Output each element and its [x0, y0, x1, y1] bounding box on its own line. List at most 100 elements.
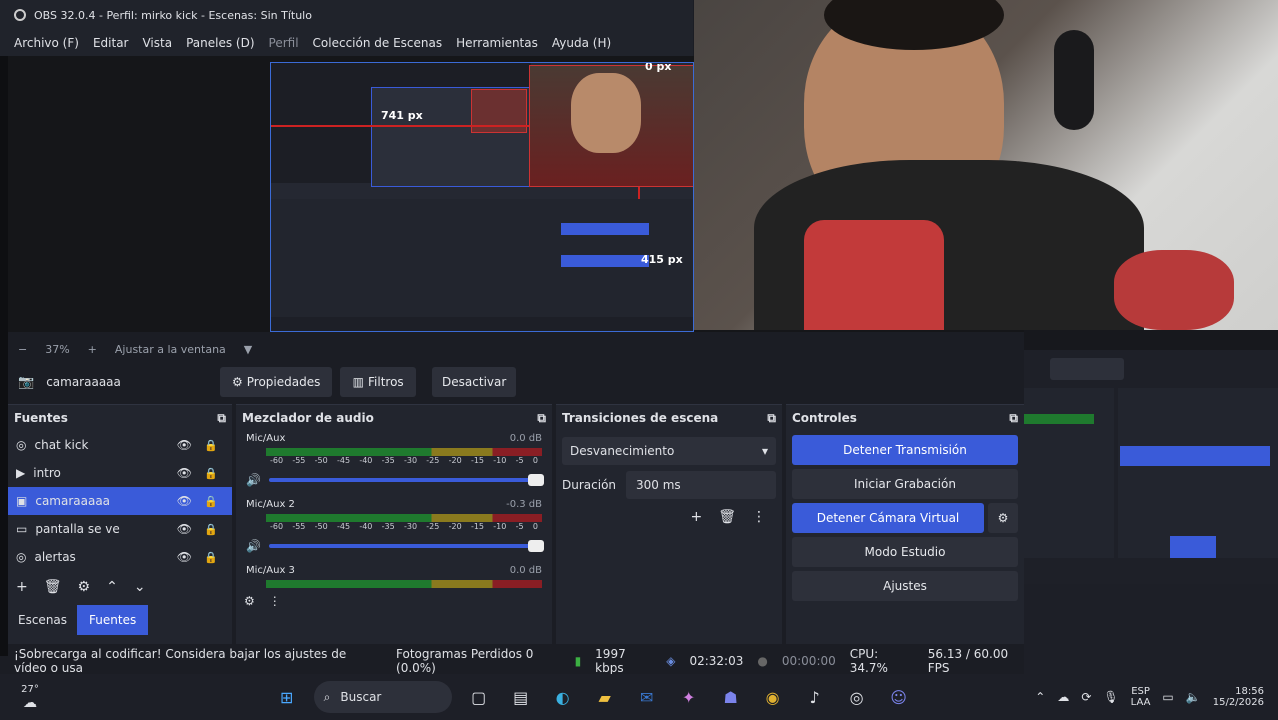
- menu-coleccion-escenas[interactable]: Colección de Escenas: [313, 36, 443, 50]
- sources-dock: Fuentes ⧉ ◎ chat kick 👁 🔒 ▶ intro 👁 🔒 ▣ camaraaa…: [8, 404, 232, 644]
- source-item-selected[interactable]: ▣ camaraaaaa 👁 🔒: [8, 487, 232, 515]
- windows-start-icon[interactable]: ⊞: [272, 682, 302, 712]
- filters-button[interactable]: ▥ Filtros: [340, 367, 417, 397]
- properties-button[interactable]: ⚙ Propiedades: [220, 367, 333, 397]
- trash-icon[interactable]: 🗑: [44, 579, 62, 595]
- lock-icon[interactable]: 🔒: [204, 467, 218, 480]
- vcam-settings-gear-icon[interactable]: ⚙: [988, 503, 1018, 533]
- sources-title: Fuentes: [14, 411, 68, 425]
- display-icon[interactable]: ▭: [1162, 690, 1173, 704]
- zoom-out-button[interactable]: −: [18, 343, 27, 356]
- zoom-in-button[interactable]: +: [88, 343, 97, 356]
- menu-editar[interactable]: Editar: [93, 36, 129, 50]
- speaker-icon[interactable]: 🔊: [246, 539, 261, 553]
- menu-vista[interactable]: Vista: [142, 36, 172, 50]
- audio-meter: [266, 448, 542, 456]
- copilot-icon[interactable]: ✦: [674, 682, 704, 712]
- chrome-icon[interactable]: ◉: [758, 682, 788, 712]
- studio-mode-button[interactable]: Modo Estudio: [792, 537, 1018, 567]
- add-source-button[interactable]: +: [16, 579, 28, 595]
- stop-stream-button[interactable]: Detener Transmisión: [792, 435, 1018, 465]
- tray-chevron-icon[interactable]: ⌃: [1035, 690, 1045, 704]
- discord-icon[interactable]: ☺: [884, 682, 914, 712]
- filter-icon: ▥: [352, 375, 365, 389]
- sync-icon[interactable]: ⟳: [1081, 690, 1091, 704]
- channel-db: 0.0 dB: [509, 565, 542, 576]
- trash-icon[interactable]: 🗑: [718, 509, 736, 525]
- lock-icon[interactable]: 🔒: [204, 551, 218, 564]
- mixer-settings-icon[interactable]: ⚙: [244, 594, 255, 608]
- volume-slider[interactable]: [268, 540, 544, 552]
- zoom-dropdown-icon[interactable]: ▼: [244, 343, 252, 356]
- record-icon: ●: [757, 654, 768, 668]
- edge-icon[interactable]: ◐: [548, 682, 578, 712]
- mixer-title: Mezclador de audio: [242, 411, 374, 425]
- settings-button[interactable]: Ajustes: [792, 571, 1018, 601]
- outlook-icon[interactable]: ✉: [632, 682, 662, 712]
- speaker-icon[interactable]: 🔊: [246, 473, 261, 487]
- eye-icon[interactable]: 👁: [177, 522, 192, 536]
- more-menu-icon[interactable]: ⋮: [752, 509, 766, 525]
- menu-paneles[interactable]: Paneles (D): [186, 36, 254, 50]
- taskbar-search[interactable]: ⌕ Buscar: [313, 681, 452, 713]
- menu-archivo[interactable]: Archivo (F): [14, 36, 79, 50]
- source-item[interactable]: ◎ chat kick 👁 🔒: [8, 431, 232, 459]
- duration-input[interactable]: 300 ms: [626, 471, 776, 499]
- onedrive-icon[interactable]: ☁: [1057, 690, 1069, 704]
- tab-fuentes[interactable]: Fuentes: [77, 605, 149, 635]
- fps: 56.13 / 60.00 FPS: [927, 647, 1009, 675]
- eye-icon[interactable]: 👁: [177, 438, 192, 452]
- source-item[interactable]: ▶ intro 👁 🔒: [8, 459, 232, 487]
- obs-icon[interactable]: ◎: [842, 682, 872, 712]
- mic-icon[interactable]: 🎙: [1103, 690, 1118, 704]
- weather-widget[interactable]: 27° ☁: [0, 684, 60, 711]
- mini-label-right: 415 px: [641, 253, 683, 266]
- move-down-icon[interactable]: ⌄: [134, 579, 146, 595]
- dock-float-icon[interactable]: ⧉: [217, 411, 226, 426]
- dock-float-icon[interactable]: ⧉: [537, 411, 546, 426]
- eye-icon[interactable]: 👁: [177, 494, 192, 508]
- tiktok-icon[interactable]: ♪: [800, 682, 830, 712]
- stop-virtual-camera-button[interactable]: Detener Cámara Virtual: [792, 503, 984, 533]
- task-view-icon[interactable]: ▢: [464, 682, 494, 712]
- fit-window-button[interactable]: Ajustar a la ventana: [115, 343, 226, 356]
- store-icon[interactable]: ▤: [506, 682, 536, 712]
- transition-select[interactable]: Desvanecimiento ▾: [562, 437, 776, 465]
- start-recording-button[interactable]: Iniciar Grabación: [792, 469, 1018, 499]
- add-transition-button[interactable]: +: [690, 509, 702, 525]
- eye-icon[interactable]: 👁: [177, 550, 192, 564]
- tab-escenas[interactable]: Escenas: [8, 605, 77, 635]
- webcam-feed[interactable]: [694, 0, 1278, 330]
- folder-icon[interactable]: ▰: [590, 682, 620, 712]
- controls-dock: Controles ⧉ Detener Transmisión Iniciar G…: [786, 404, 1024, 644]
- search-icon: ⌕: [323, 689, 331, 704]
- source-item[interactable]: ◎ alertas 👁 🔒: [8, 543, 232, 571]
- gear-icon[interactable]: ⚙: [78, 579, 91, 595]
- clock[interactable]: 18:56 15/2/2026: [1213, 686, 1264, 708]
- globe-icon: ◎: [16, 438, 27, 452]
- lock-icon[interactable]: 🔒: [204, 495, 218, 508]
- dock-float-icon[interactable]: ⧉: [1009, 411, 1018, 426]
- deactivate-button[interactable]: Desactivar: [432, 367, 517, 397]
- language-indicator[interactable]: ESP LAA: [1131, 686, 1151, 708]
- transitions-dock: Transiciones de escena ⧉ Desvanecimiento ▾…: [556, 404, 782, 644]
- volume-slider[interactable]: [268, 474, 544, 486]
- menu-ayuda[interactable]: Ayuda (H): [552, 36, 611, 50]
- lock-icon[interactable]: 🔒: [204, 439, 218, 452]
- cpu-usage: CPU: 34.7%: [849, 647, 888, 675]
- nested-screen-capture[interactable]: 0 px 741 px 415 px: [270, 62, 694, 332]
- teams-icon[interactable]: ☗: [716, 682, 746, 712]
- source-item[interactable]: ▭ pantalla se ve 👁 🔒: [8, 515, 232, 543]
- dock-float-icon[interactable]: ⧉: [767, 411, 776, 426]
- controls-title: Controles: [792, 411, 857, 425]
- channel-name: Mic/Aux 3: [246, 565, 295, 576]
- move-up-icon[interactable]: ⌃: [106, 579, 118, 595]
- lock-icon[interactable]: 🔒: [204, 523, 218, 536]
- more-menu-icon[interactable]: ⋮: [269, 594, 281, 608]
- menu-herramientas[interactable]: Herramientas: [456, 36, 538, 50]
- volume-icon[interactable]: 🔈: [1186, 690, 1201, 704]
- eye-icon[interactable]: 👁: [177, 466, 192, 480]
- menu-perfil[interactable]: Perfil: [269, 36, 299, 50]
- mixer-channel: Mic/Aux 2 -0.3 dB -60 -55 -50 -45 -40 -35 -30 -2…: [236, 489, 552, 555]
- obs-logo-icon: [14, 9, 26, 21]
